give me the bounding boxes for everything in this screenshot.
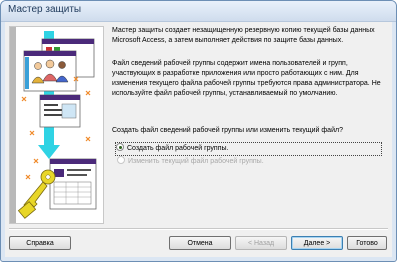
radio-create-label: Создать файл рабочей группы. (127, 145, 229, 152)
next-button[interactable]: Далее > (291, 236, 343, 250)
cancel-button[interactable]: Отмена (169, 236, 231, 250)
help-button[interactable]: Справка (9, 236, 71, 250)
radio-modify-label: Изменить текущий файл рабочей группы. (128, 158, 264, 165)
security-wizard-illustration-icon (10, 27, 97, 223)
wizard-illustration (9, 26, 104, 224)
workgroup-description: Файл сведений рабочей группы содержит им… (112, 60, 381, 97)
key-icon (17, 169, 56, 219)
user-group-icon (23, 38, 95, 92)
back-button: < Назад (235, 236, 287, 250)
radio-create-workgroup[interactable]: Создать файл рабочей группы. (115, 142, 382, 156)
dialog-client-area: Мастер защиты создает незащищенную резер… (5, 22, 392, 257)
title-bar[interactable]: Мастер защиты (1, 1, 396, 22)
radio-modify-workgroup: Изменить текущий файл рабочей группы. (117, 156, 387, 168)
button-separator (9, 228, 388, 230)
workgroup-question: Создать файл сведений рабочей группы или… (112, 127, 343, 134)
radio-unselected-icon (117, 156, 125, 164)
radio-selected-icon[interactable] (116, 143, 124, 151)
intro-text: Мастер защиты создает незащищенную резер… (112, 27, 375, 44)
window-title: Мастер защиты (8, 4, 82, 15)
security-wizard-dialog: Мастер защиты Мастер защиты создает неза… (0, 0, 397, 262)
finish-button[interactable]: Готово (347, 236, 387, 250)
